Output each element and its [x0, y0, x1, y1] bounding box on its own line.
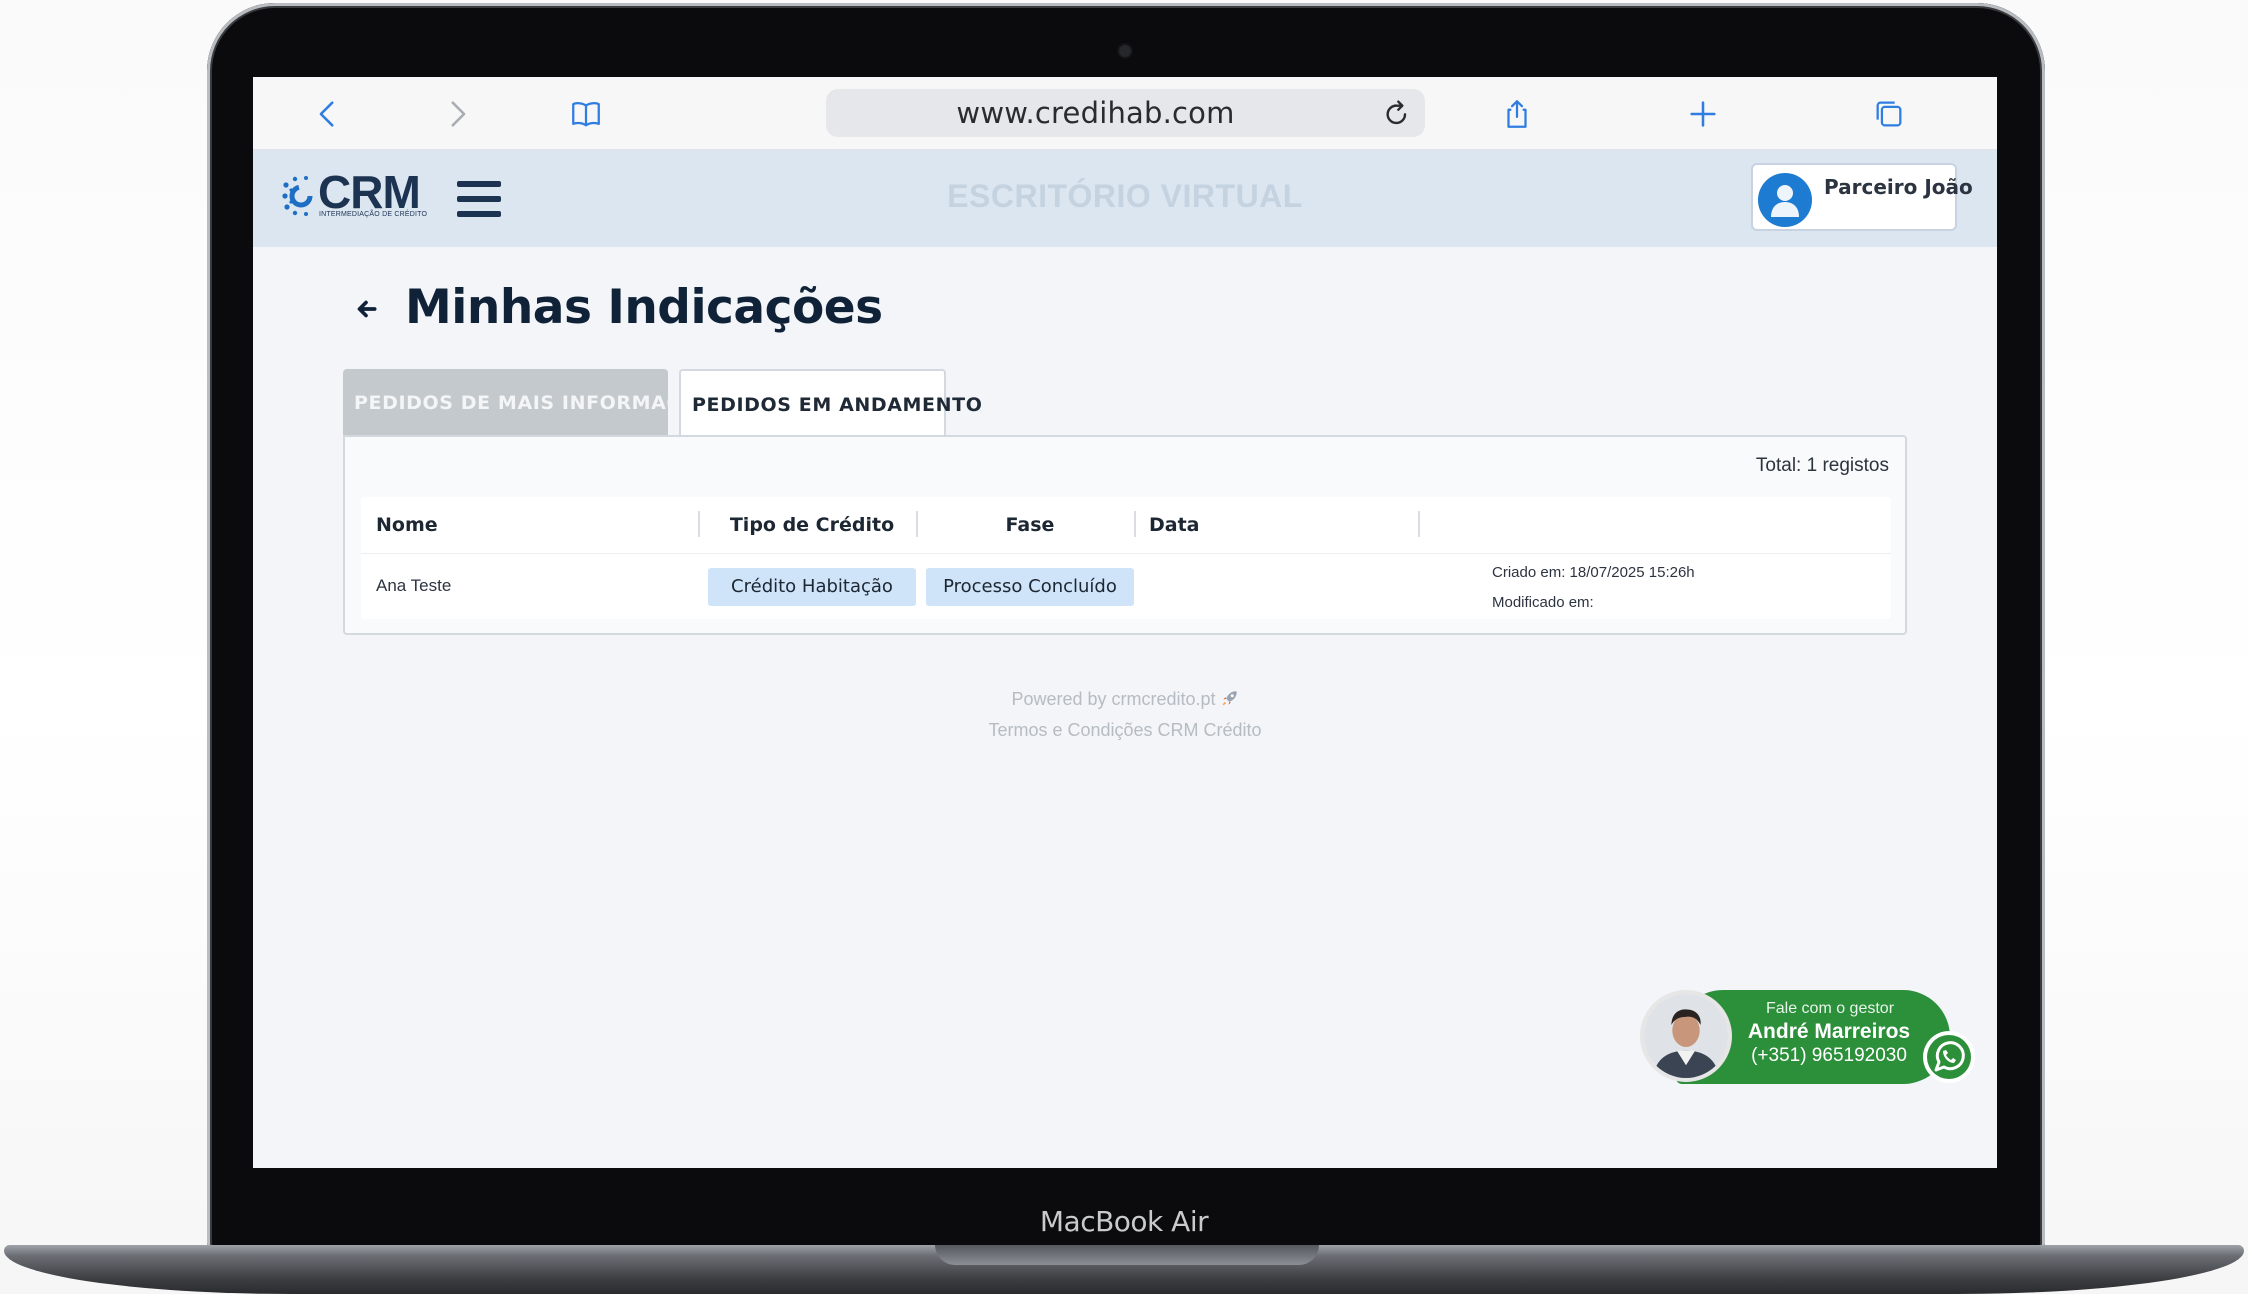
modified-date: Modificado em:	[1492, 594, 1594, 611]
column-separator	[1418, 511, 1420, 537]
camera-icon	[1119, 45, 1131, 57]
chevron-right-icon[interactable]	[438, 95, 476, 133]
contact-manager-widget[interactable]: Fale com o gestor André Marreiros (+351)…	[1640, 982, 1980, 1084]
browser-toolbar: www.credihab.com	[253, 77, 1997, 150]
chevron-left-icon[interactable]	[309, 95, 347, 133]
powered-by-text: Powered by crmcredito.pt	[1011, 689, 1216, 709]
url-text: www.credihab.com	[956, 96, 1235, 130]
column-header-data[interactable]: Data	[1149, 497, 1200, 553]
manager-photo	[1640, 990, 1732, 1082]
whatsapp-icon[interactable]	[1922, 1030, 1976, 1084]
user-menu-button[interactable]: Parceiro João	[1751, 163, 1973, 231]
app-header: CRM INTERMEDIAÇÃO DE CRÉDITO ESCRITÓRIO …	[253, 150, 1997, 247]
device-label: MacBook Air	[1039, 1205, 1209, 1238]
record-count: Total: 1 registos	[1755, 455, 1889, 476]
tabs-icon[interactable]	[1870, 95, 1908, 133]
column-header-tipo-credito[interactable]: Tipo de Crédito	[708, 497, 916, 553]
reload-icon[interactable]	[1381, 97, 1413, 129]
powered-by-link[interactable]: Powered by crmcredito.pt	[253, 689, 1997, 710]
tab-requests-in-progress[interactable]: PEDIDOS EM ANDAMENTO	[679, 369, 982, 439]
credit-type-badge: Crédito Habitação	[708, 568, 916, 606]
contact-label: Fale com o gestor	[1765, 1000, 1895, 1017]
share-icon[interactable]	[1498, 95, 1536, 133]
cell-nome: Ana Teste	[376, 576, 452, 595]
column-separator	[1134, 511, 1136, 537]
rocket-icon	[1222, 691, 1237, 706]
contact-phone: (+351) 965192030	[1751, 1045, 1907, 1066]
laptop-hinge-notch	[935, 1245, 1319, 1265]
book-icon[interactable]	[567, 95, 605, 133]
contact-name: André Marreiros	[1747, 1020, 1911, 1043]
tab-panel: Total: 1 registos Nome Tipo de Crédito F…	[343, 435, 1907, 635]
user-name: Parceiro João	[1824, 175, 1973, 199]
column-separator	[698, 511, 700, 537]
row-divider	[361, 553, 1891, 554]
phase-badge: Processo Concluído	[926, 568, 1134, 606]
column-header-fase[interactable]: Fase	[926, 497, 1134, 553]
column-header-nome[interactable]: Nome	[376, 497, 438, 553]
column-separator	[916, 511, 918, 537]
user-avatar-icon	[1758, 173, 1812, 227]
plus-icon[interactable]	[1684, 95, 1722, 133]
created-date: Criado em: 18/07/2025 15:26h	[1492, 564, 1695, 581]
referrals-table: Nome Tipo de Crédito Fase Data Ana Teste…	[361, 497, 1891, 619]
browser-screen: www.credihab.com CRM INTERMEDIAÇÃO DE CR…	[253, 77, 1997, 1168]
back-arrow-icon[interactable]	[353, 296, 379, 322]
terms-link[interactable]: Termos e Condições CRM Crédito	[253, 720, 1997, 741]
address-bar[interactable]: www.credihab.com	[826, 89, 1425, 137]
app-title: ESCRITÓRIO VIRTUAL	[947, 178, 1303, 214]
tab-more-info-requests[interactable]: PEDIDOS DE MAIS INFORMAÇÃO	[343, 369, 712, 437]
page-title: Minhas Indicações	[405, 280, 883, 335]
